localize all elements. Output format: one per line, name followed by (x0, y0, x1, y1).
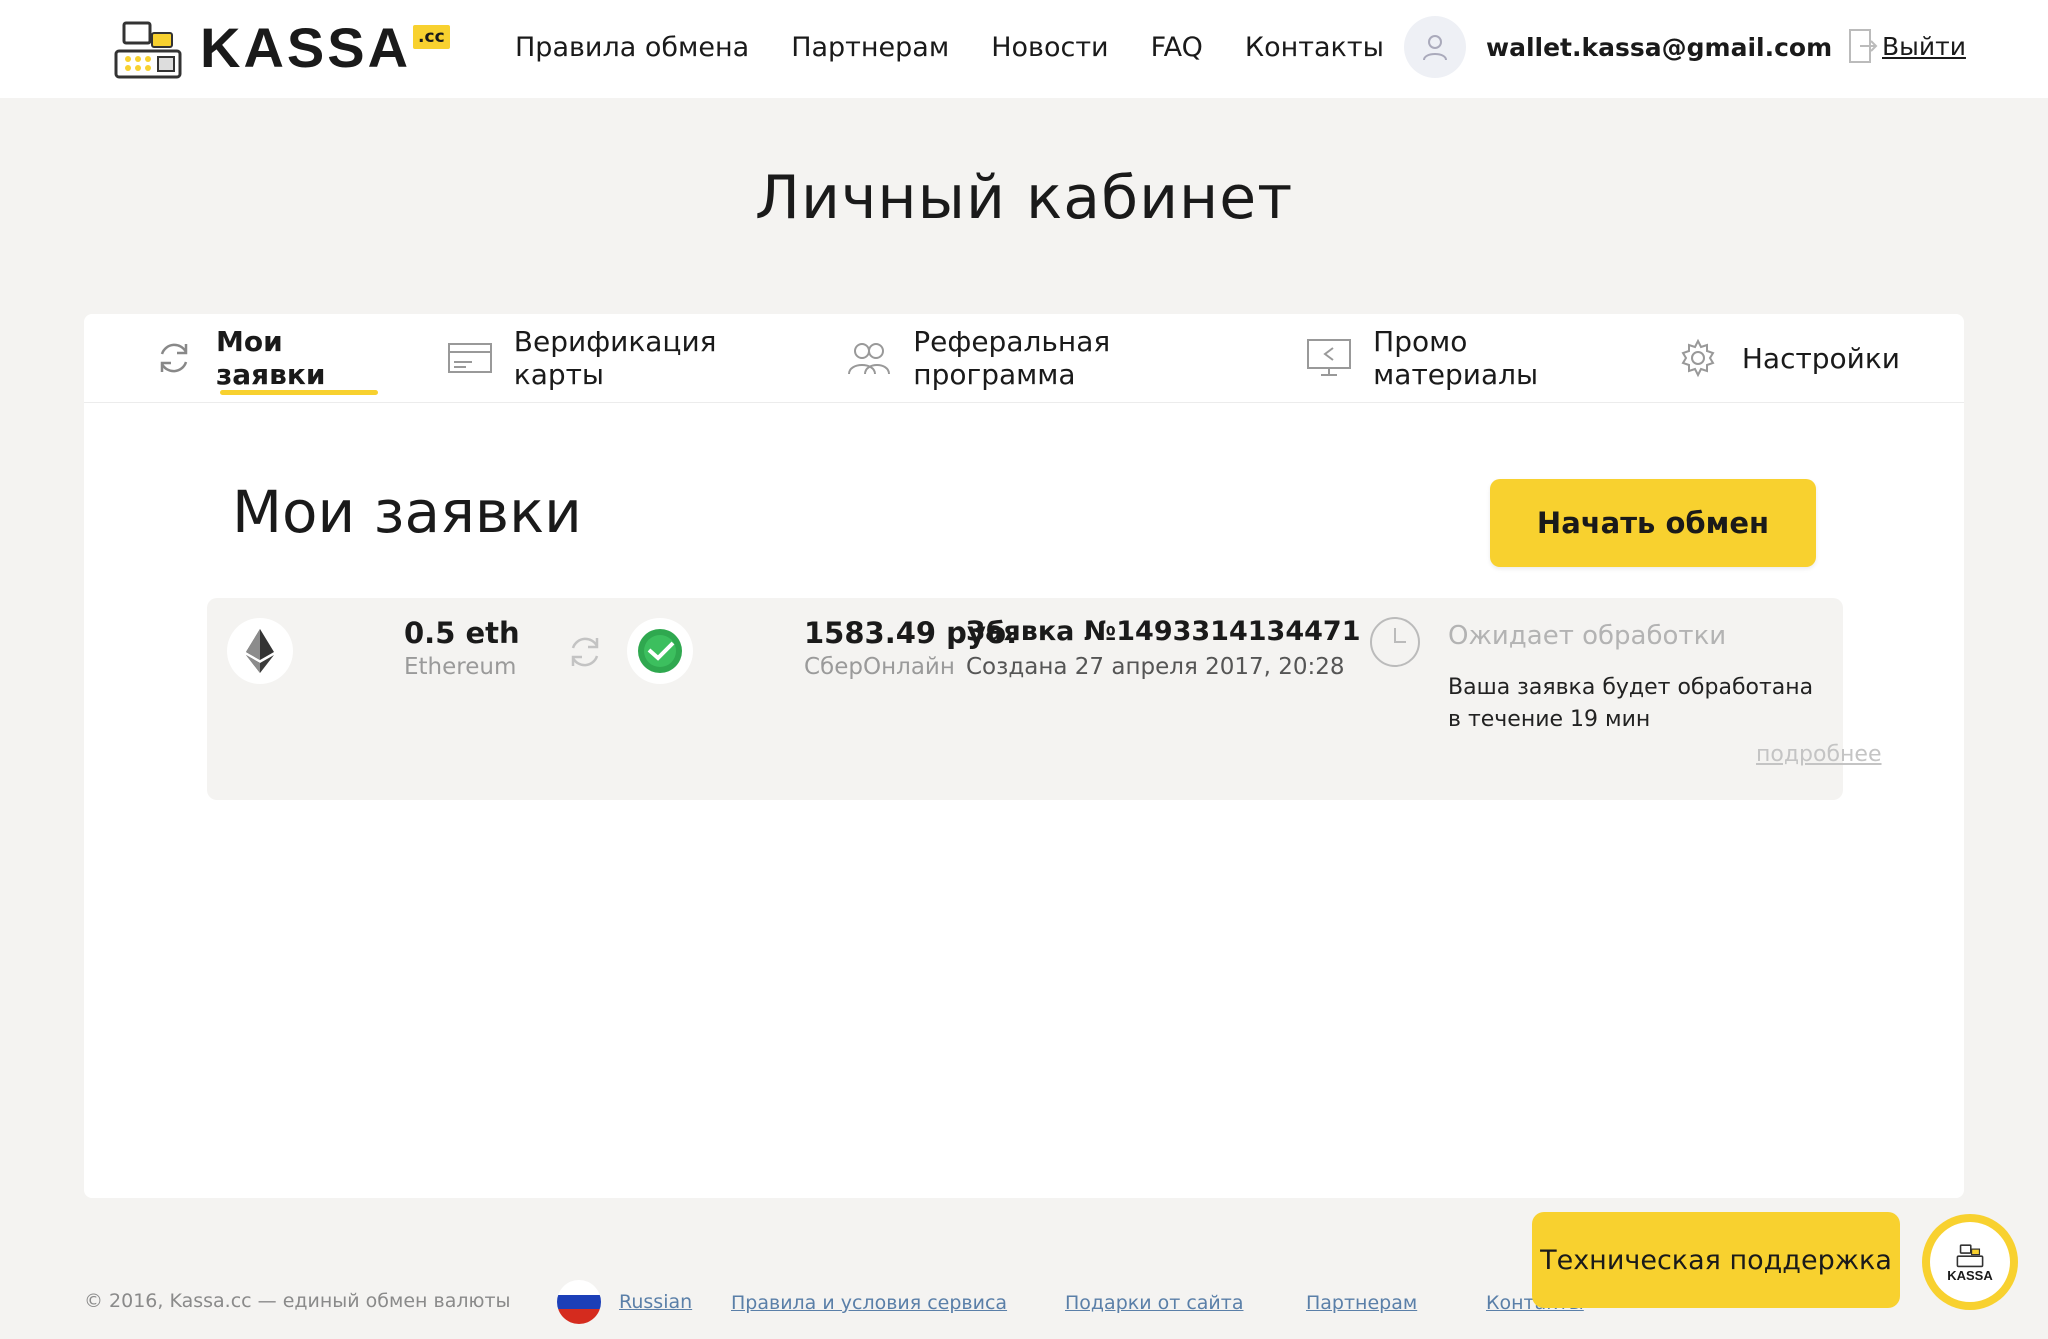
account-panel: Мои заявки Верификация карты Реферальная… (84, 314, 1964, 1198)
page-title: Личный кабинет (754, 163, 1294, 233)
order-date: Создана 27 апреля 2017, 20:28 (966, 654, 1345, 680)
from-method: Ethereum (404, 654, 517, 680)
section-title: Мои заявки (232, 478, 582, 546)
account-tabs: Мои заявки Верификация карты Реферальная… (84, 314, 1964, 403)
monitor-share-icon (1307, 338, 1352, 378)
support-avatar[interactable]: KASSA (1922, 1214, 2018, 1310)
order-status-description: Ваша заявка будет обработана в течение 1… (1448, 675, 1814, 732)
nav-contacts[interactable]: Контакты (1245, 28, 1384, 68)
to-method: СберОнлайн (804, 654, 955, 680)
logout-button[interactable]: Выйти (1848, 28, 1966, 64)
nav-partners[interactable]: Партнерам (791, 28, 949, 68)
language-label[interactable]: Russian (619, 1291, 692, 1313)
tab-label: Верификация карты (513, 325, 717, 391)
header: KASSA .cc Правила обмена Партнерам Новос… (0, 0, 2048, 98)
tab-my-orders[interactable]: Мои заявки (154, 314, 384, 403)
footer-link-partners[interactable]: Партнерам (1306, 1292, 1417, 1314)
tab-label: Реферальная программа (913, 325, 1111, 391)
order-status: Ожидает обработки (1448, 621, 1727, 651)
footer-link-terms[interactable]: Правила и условия сервиса (731, 1292, 1007, 1314)
support-avatar-inner: KASSA (1930, 1222, 2010, 1302)
language-selector[interactable]: Russian (557, 1280, 692, 1324)
avatar[interactable] (1404, 16, 1466, 78)
tab-label: Промо материалы (1373, 325, 1539, 391)
footer-link-gifts[interactable]: Подарки от сайта (1065, 1292, 1244, 1314)
tab-referral[interactable]: Реферальная программа (847, 314, 1243, 403)
logo-tld: .cc (413, 25, 450, 49)
order-number: Заявка №1493314134471 (966, 616, 1361, 647)
ethereum-icon (227, 618, 293, 684)
clock-icon (1370, 617, 1420, 667)
russia-flag-icon (557, 1280, 601, 1324)
gear-icon (1676, 338, 1720, 378)
logout-icon (1849, 29, 1878, 63)
refresh-icon (154, 338, 194, 378)
tab-label: Мои заявки (216, 325, 326, 391)
logo[interactable]: KASSA .cc (110, 14, 450, 82)
card-icon (447, 338, 492, 378)
nav-news[interactable]: Новости (991, 28, 1108, 68)
tab-label: Настройки (1741, 341, 1900, 375)
tab-promo[interactable]: Промо материалы (1307, 314, 1612, 403)
copyright: © 2016, Kassa.cc — единый обмен валюты (84, 1290, 511, 1312)
start-exchange-button[interactable]: Начать обмен (1490, 479, 1816, 567)
user-email: wallet.kassa@gmail.com (1486, 32, 1833, 62)
users-icon (847, 338, 891, 378)
tab-card-verification[interactable]: Верификация карты (447, 314, 784, 403)
nav-rules[interactable]: Правила обмена (515, 28, 749, 68)
cash-register-icon (114, 21, 182, 79)
user-menu[interactable]: wallet.kassa@gmail.com (1404, 16, 1832, 78)
order-details-link[interactable]: подробнее (1756, 742, 1882, 767)
order-card[interactable]: 0.5 eth Ethereum 1583.49 руб. СберОнлайн… (207, 598, 1882, 800)
tab-settings[interactable]: Настройки (1676, 314, 1900, 403)
main-nav: Правила обмена Партнерам Новости FAQ Кон… (515, 28, 1426, 68)
support-avatar-text: KASSA (1947, 1267, 1993, 1283)
support-chat-button[interactable]: Техническая поддержка (1532, 1212, 1900, 1308)
sberbank-icon (627, 618, 693, 684)
logo-text: KASSA (200, 16, 412, 79)
from-amount: 0.5 eth (404, 616, 520, 650)
active-tab-indicator (220, 389, 378, 395)
nav-faq[interactable]: FAQ (1151, 28, 1203, 68)
logout-label[interactable]: Выйти (1882, 32, 1966, 61)
exchange-arrows-icon (571, 637, 599, 667)
user-icon (1423, 35, 1447, 61)
cash-register-icon (1956, 1243, 1984, 1267)
